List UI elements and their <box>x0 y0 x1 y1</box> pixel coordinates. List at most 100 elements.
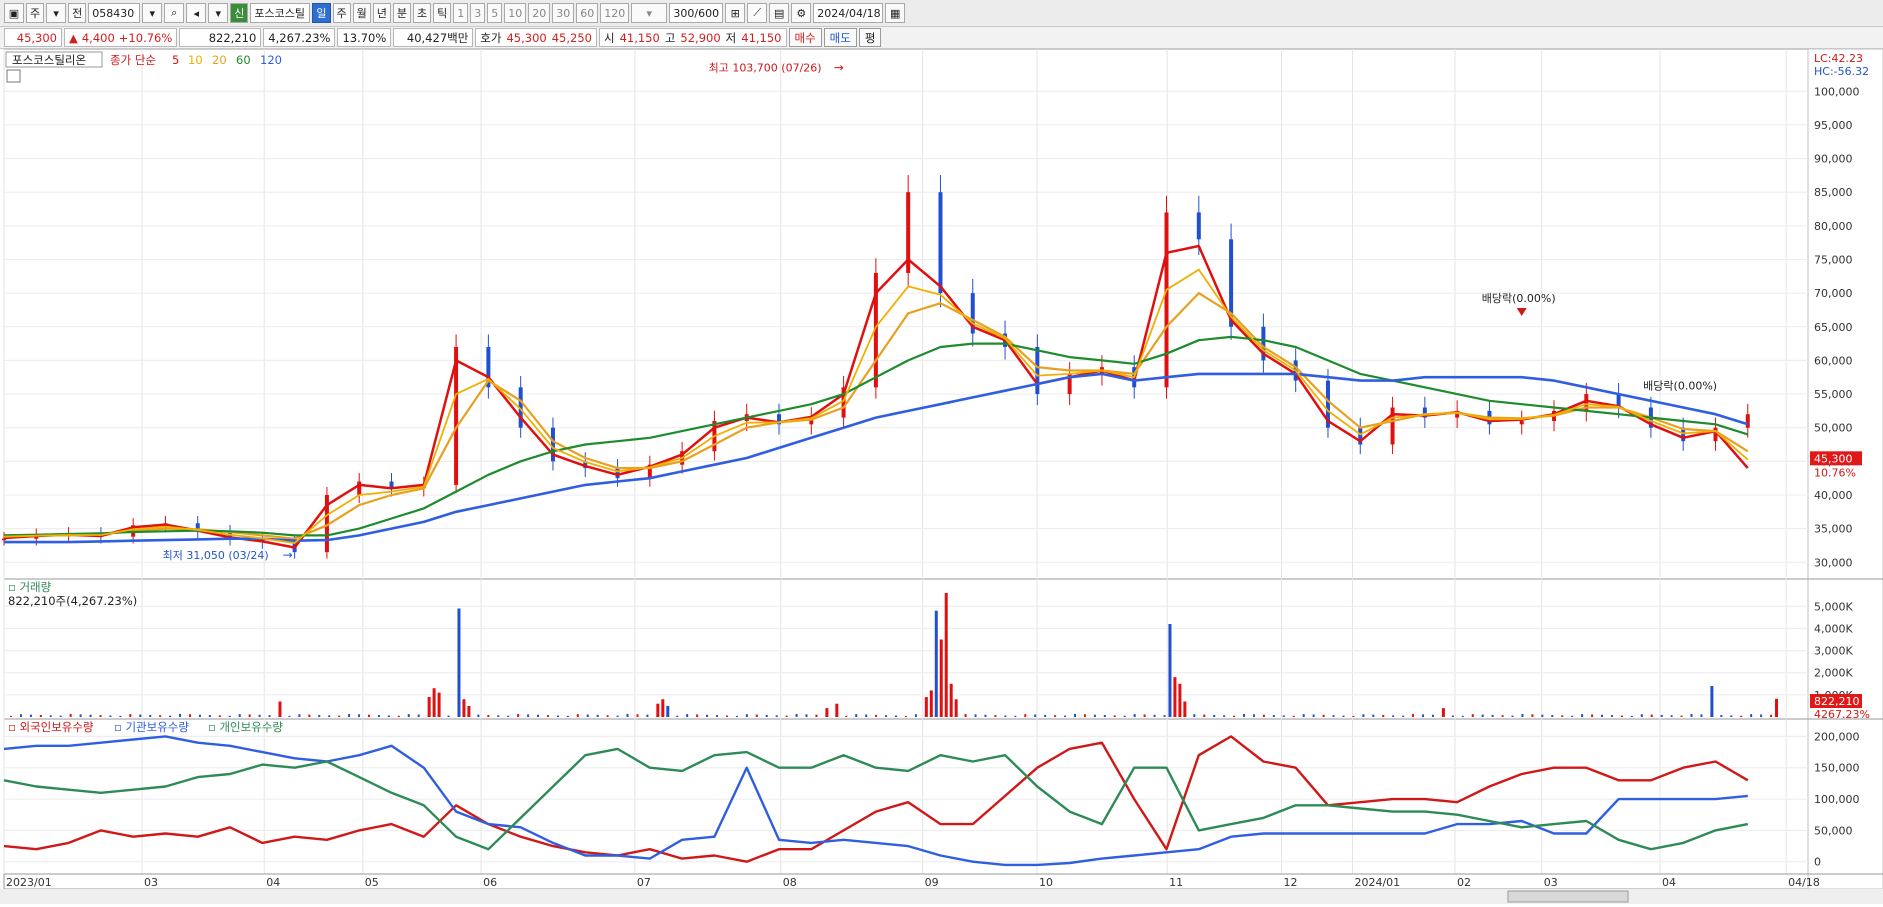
price-y-tick: 30,000 <box>1814 556 1853 569</box>
volume-bar <box>1193 714 1196 717</box>
volume-bar <box>1203 714 1206 717</box>
interval-3[interactable]: 3 <box>470 3 486 23</box>
lc-label: LC:42.23 <box>1814 52 1863 65</box>
volume-bar <box>179 713 182 717</box>
period-week[interactable]: 주 <box>332 3 351 23</box>
period-tick[interactable]: 틱 <box>433 3 452 23</box>
turnover-rate: 13.70% <box>337 28 392 47</box>
volume-bar <box>1292 715 1295 717</box>
eval-button[interactable]: 평 <box>858 28 882 47</box>
interval-60[interactable]: 60 <box>576 3 599 23</box>
volume-bar <box>1770 714 1773 717</box>
volume-bar <box>69 714 72 717</box>
volume-value: 822,210 <box>179 28 262 47</box>
period-second[interactable]: 초 <box>413 3 432 23</box>
volume-bar <box>1173 677 1177 717</box>
open-price: 41,150 <box>619 30 660 45</box>
volume-bar <box>686 714 689 717</box>
speaker-icon[interactable]: ◂ <box>186 3 207 23</box>
volume-bar <box>636 714 639 717</box>
volume-bar <box>1451 715 1454 717</box>
candle-body <box>938 192 943 294</box>
volume-bar <box>1272 715 1275 717</box>
volume-bar <box>805 714 808 717</box>
volume-bar <box>258 714 261 717</box>
volume-bar <box>139 714 142 717</box>
volume-bar <box>1034 714 1037 717</box>
volume-bar <box>835 703 839 717</box>
ask-label: 호가 <box>480 30 502 45</box>
x-tick-label: 04/18 <box>1788 876 1820 889</box>
current-price: 45,300 <box>4 28 62 47</box>
volume-bar <box>268 715 271 717</box>
date-input[interactable]: 2024/04/18 <box>813 3 884 23</box>
volume-bar <box>367 714 370 717</box>
open-label: 시 <box>603 30 615 45</box>
volume-y-tick: 5,000K <box>1814 600 1853 613</box>
x-tick-label: 12 <box>1283 876 1297 889</box>
candle-body <box>1519 420 1524 425</box>
volume-bar <box>1372 714 1375 717</box>
search-icon[interactable]: ⌕ <box>164 3 185 23</box>
x-tick-label: 09 <box>925 876 939 889</box>
window-icon[interactable]: ▣ <box>4 3 24 23</box>
count-input[interactable]: 300/600 <box>669 3 724 23</box>
x-tick-label: 05 <box>365 876 379 889</box>
volume-bar <box>1044 714 1047 717</box>
volume-bar <box>417 714 420 717</box>
volume-bar <box>1332 715 1335 717</box>
volume-percent: 4,267.23% <box>263 28 336 47</box>
interval-5[interactable]: 5 <box>487 3 503 23</box>
volume-bar <box>1362 714 1365 717</box>
volume-bar <box>1113 715 1116 717</box>
volume-bar <box>904 715 907 717</box>
ex-dividend-annotation: 배당락(0.00%) <box>1482 292 1556 305</box>
period-mode-select[interactable]: 주 <box>26 3 45 23</box>
prev-button[interactable]: 전 <box>68 3 87 23</box>
x-tick-label: 04 <box>1662 876 1676 889</box>
interval-10[interactable]: 10 <box>504 3 527 23</box>
volume-info: 822,210주(4,267.23%) <box>8 594 137 608</box>
price-y-tick: 55,000 <box>1814 388 1853 401</box>
code-input[interactable]: 058430 <box>88 3 141 23</box>
volume-bar <box>527 714 530 717</box>
period-month[interactable]: 월 <box>352 3 371 23</box>
dropdown-icon[interactable]: ▾ <box>142 3 163 23</box>
volume-bar <box>1670 715 1673 717</box>
candle-body <box>1745 414 1750 428</box>
volume-bar <box>556 715 559 717</box>
volume-bar <box>1252 714 1255 717</box>
volume-bar <box>348 713 351 717</box>
candle-body <box>1196 212 1201 240</box>
volume-bar <box>1660 714 1663 717</box>
price-y-tick: 85,000 <box>1814 186 1853 199</box>
interval-20[interactable]: 20 <box>528 3 551 23</box>
calendar-icon[interactable]: ▦ <box>885 3 906 23</box>
period-minute[interactable]: 분 <box>392 3 411 23</box>
save-icon[interactable]: ▤ <box>769 3 790 23</box>
sell-button[interactable]: 매도 <box>823 28 857 47</box>
volume-bar <box>1531 714 1534 717</box>
grid-icon[interactable]: ⊞ <box>725 3 746 23</box>
holdings-y-tick: 0 <box>1814 856 1821 869</box>
chevron-down-icon[interactable]: ▾ <box>46 3 67 23</box>
interval-30[interactable]: 30 <box>552 3 575 23</box>
volume-bar <box>845 715 848 717</box>
hc-label: HC:-56.32 <box>1814 65 1869 78</box>
interval-120[interactable]: 120 <box>600 3 630 23</box>
chevron-down-icon[interactable]: ▾ <box>208 3 229 23</box>
period-day[interactable]: 일 <box>312 3 331 23</box>
gear-icon[interactable]: ⚙ <box>791 3 812 23</box>
line-tool-icon[interactable]: ⟋ <box>747 3 768 23</box>
x-tick-label: 04 <box>266 876 280 889</box>
interval-custom-select[interactable]: ▾ <box>631 3 668 23</box>
interval-1[interactable]: 1 <box>453 3 469 23</box>
period-year[interactable]: 년 <box>372 3 391 23</box>
volume-bar <box>815 714 818 717</box>
change-box: ▲ 4,400 +10.76% <box>64 28 178 47</box>
buy-button[interactable]: 매수 <box>788 28 822 47</box>
volume-bar <box>1740 715 1743 717</box>
volume-bar <box>1461 715 1464 717</box>
volume-bar <box>939 639 943 717</box>
volume-bar <box>1054 715 1057 717</box>
